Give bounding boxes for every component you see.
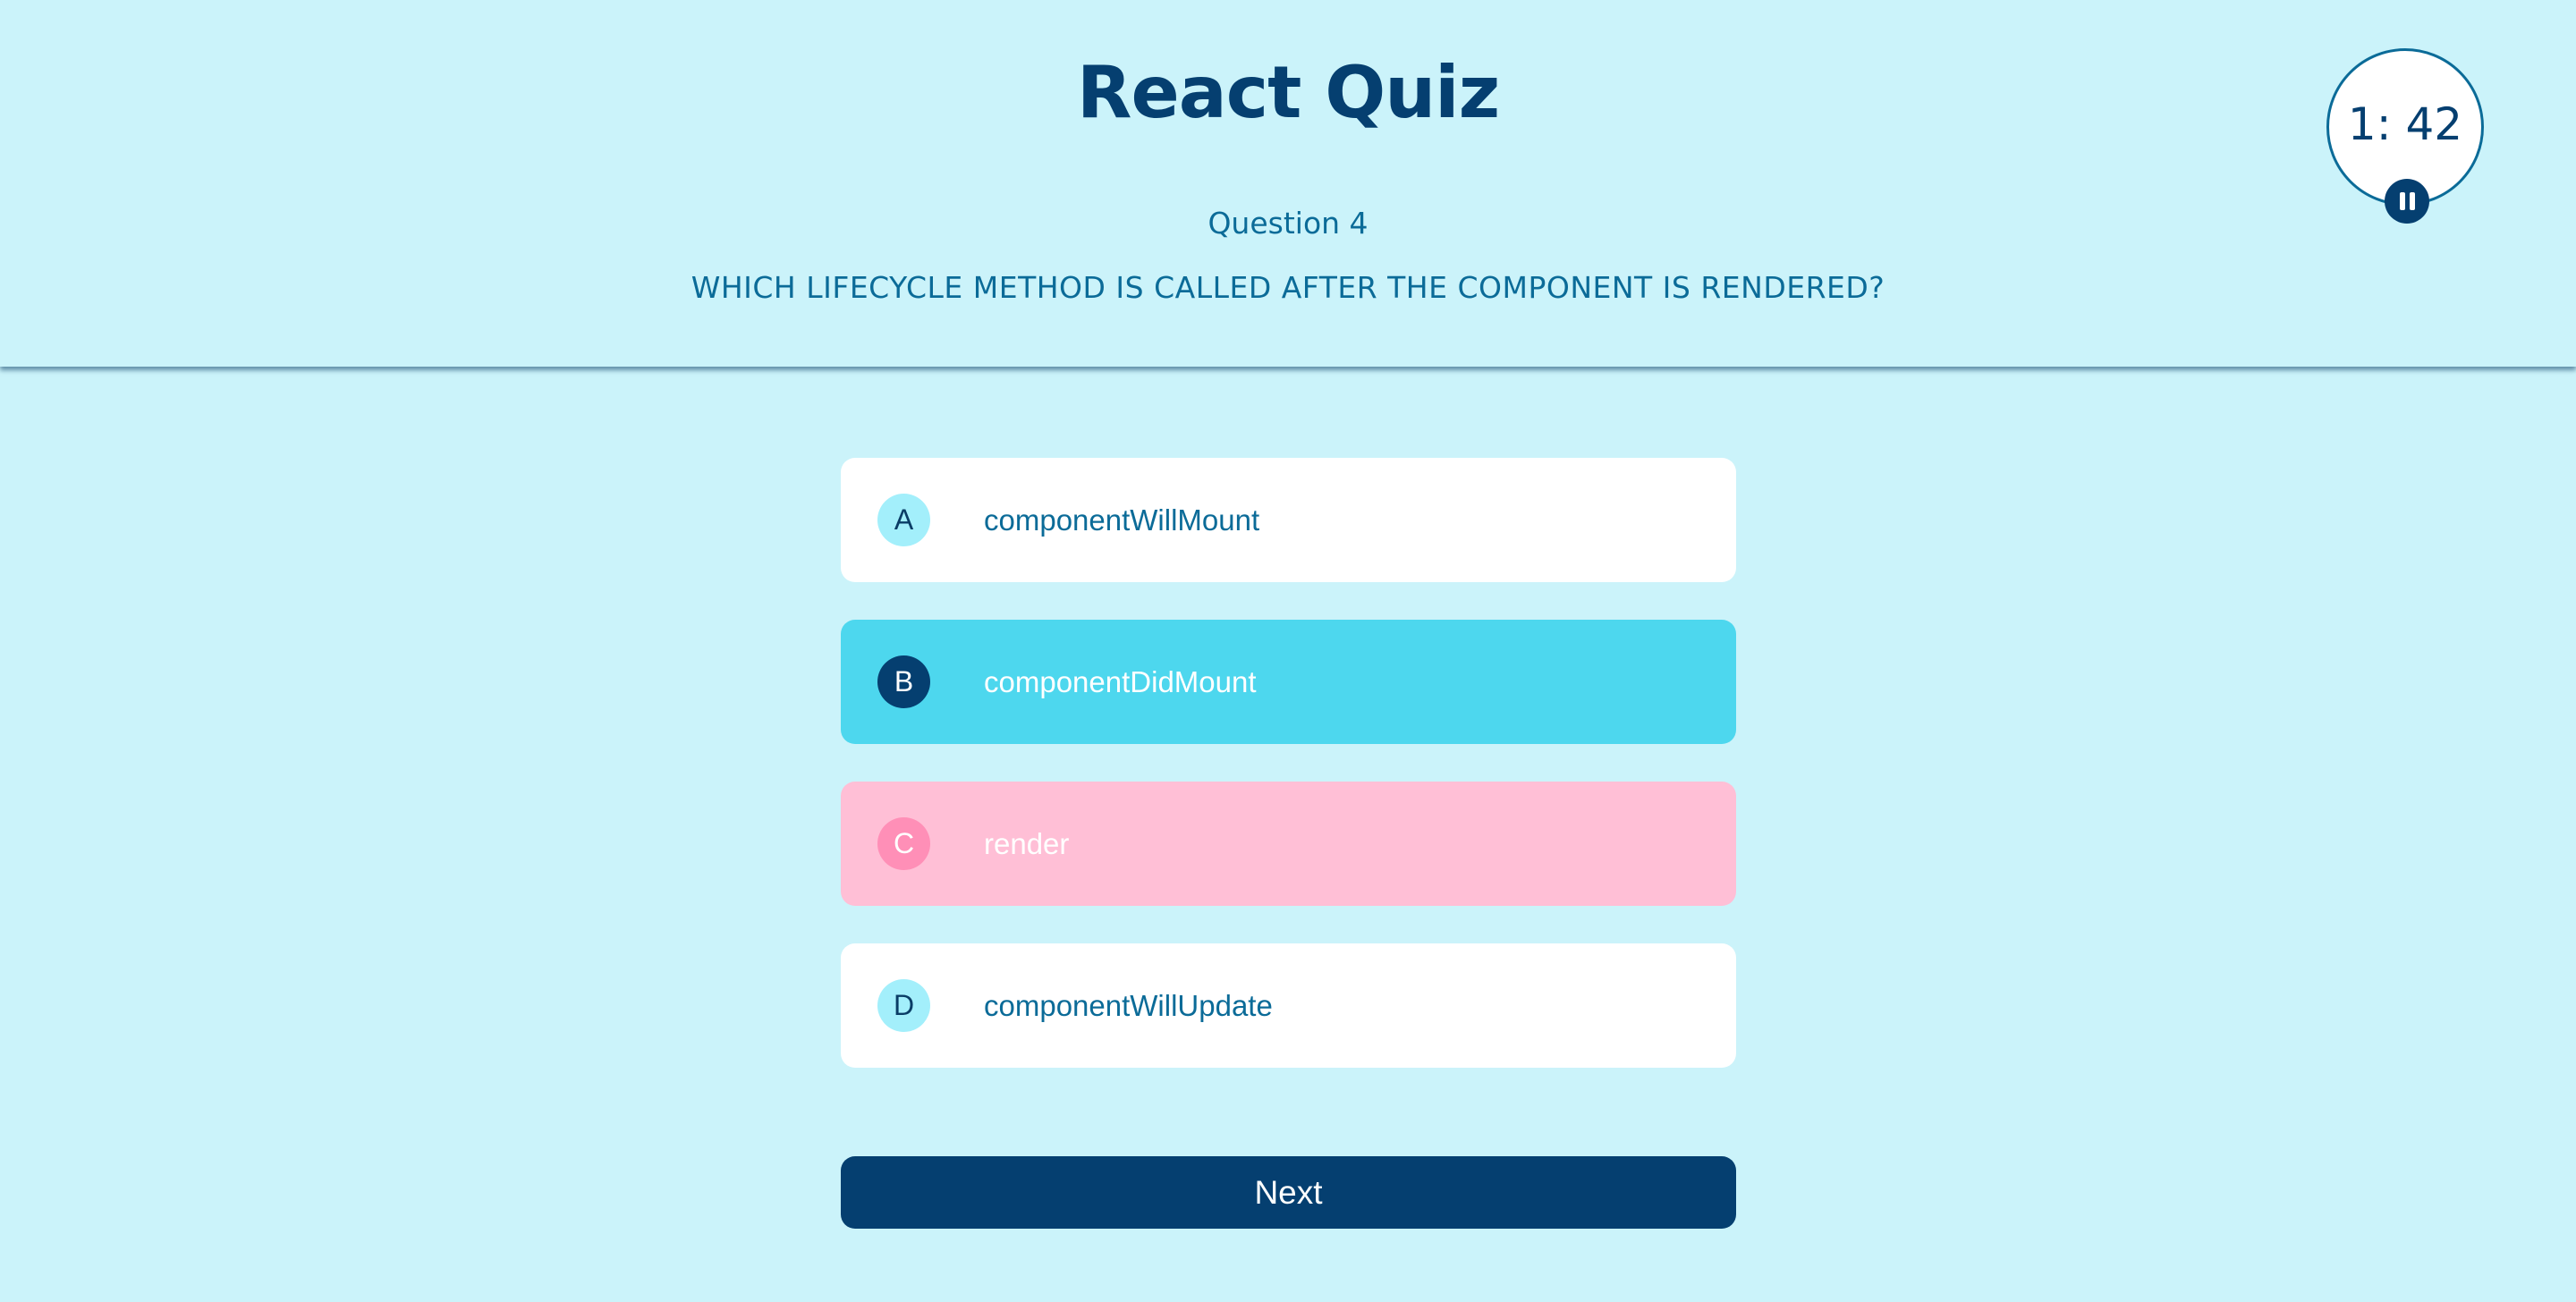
next-button[interactable]: Next	[841, 1156, 1736, 1229]
option-b[interactable]: B componentDidMount	[841, 620, 1736, 744]
option-a[interactable]: A componentWillMount	[841, 458, 1736, 582]
timer-value: 1: 42	[2347, 98, 2463, 150]
pause-icon	[2399, 192, 2405, 210]
question-text: WHICH LIFECYCLE METHOD IS CALLED AFTER T…	[691, 270, 1885, 305]
pause-icon-bar	[2409, 192, 2415, 210]
option-d[interactable]: D componentWillUpdate	[841, 943, 1736, 1068]
question-number: Question 4	[1208, 206, 1368, 241]
option-label: componentDidMount	[984, 665, 1257, 698]
option-letter: B	[877, 655, 930, 708]
option-label: componentWillUpdate	[984, 989, 1273, 1022]
quiz-header: React Quiz Question 4 WHICH LIFECYCLE ME…	[0, 0, 2576, 367]
page-title: React Quiz	[1076, 51, 1500, 134]
option-label: render	[984, 827, 1070, 860]
pause-button[interactable]	[2385, 179, 2429, 224]
option-letter: A	[877, 494, 930, 546]
option-letter: C	[877, 817, 930, 870]
option-letter: D	[877, 979, 930, 1032]
answer-options: A componentWillMount B componentDidMount…	[841, 458, 1736, 1105]
option-c[interactable]: C render	[841, 782, 1736, 906]
option-label: componentWillMount	[984, 503, 1260, 537]
